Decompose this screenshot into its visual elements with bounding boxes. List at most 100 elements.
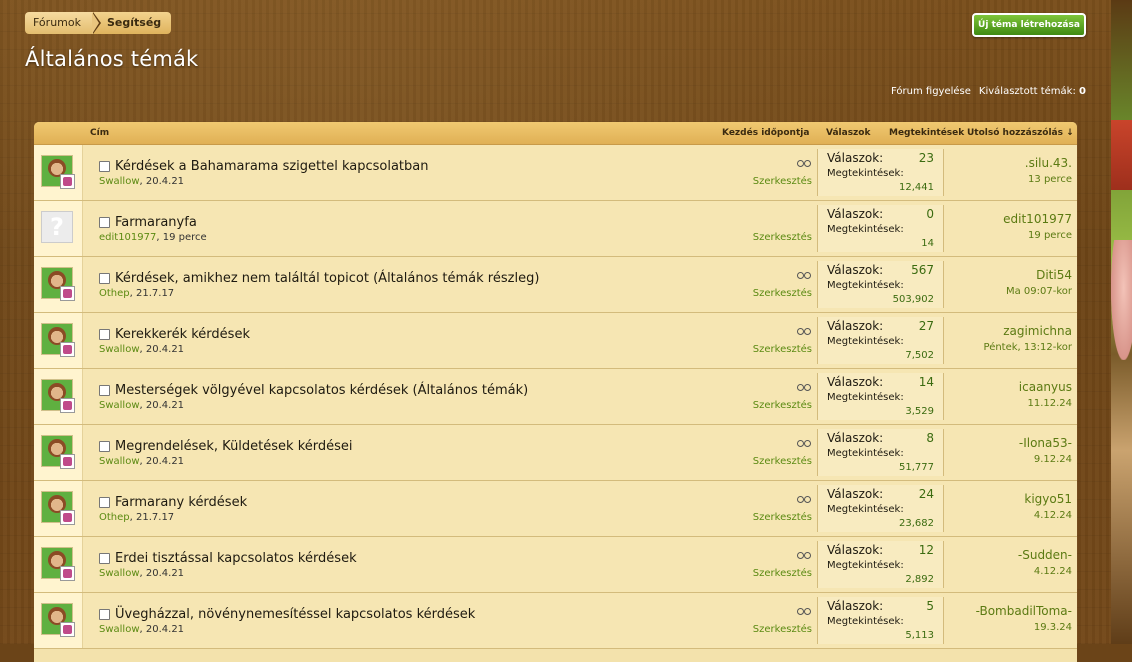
avatar[interactable] xyxy=(41,491,75,525)
avatar-cell: ? xyxy=(34,201,83,256)
last-post: .silu.43. 13 perce xyxy=(1025,156,1072,185)
topic-checkbox[interactable] xyxy=(99,553,110,564)
topic-author-link[interactable]: Othep xyxy=(99,288,130,299)
col-start-date[interactable]: Kezdés időpontja xyxy=(722,128,809,138)
replies-label: Válaszok: xyxy=(827,487,884,501)
avatar-cell xyxy=(34,425,83,480)
topic-checkbox[interactable] xyxy=(99,497,110,508)
mini-avatar-icon xyxy=(60,622,75,637)
last-post-time-link[interactable]: Péntek, 13:12-kor xyxy=(984,342,1072,353)
last-post-user-link[interactable]: -BombadilToma- xyxy=(976,604,1072,618)
last-post-time-link[interactable]: 4.12.24 xyxy=(1024,510,1072,521)
topic-checkbox[interactable] xyxy=(99,441,110,452)
topic-date: 21.7.17 xyxy=(136,512,175,523)
edit-link[interactable]: Szerkesztés xyxy=(753,568,812,579)
col-last-post[interactable]: Utolsó hozzászólás ↓ xyxy=(967,128,1074,138)
topic-title-link[interactable]: Kérdések a Bahamarama szigettel kapcsola… xyxy=(115,159,429,174)
topic-author-link[interactable]: Swallow xyxy=(99,176,140,187)
breadcrumb: Fórumok Segítség xyxy=(25,12,172,34)
last-post-user-link[interactable]: zagimichna xyxy=(984,324,1072,338)
topic-author-link[interactable]: Swallow xyxy=(99,624,140,635)
avatar[interactable] xyxy=(41,603,75,637)
avatar-cell xyxy=(34,257,83,312)
topic-title-link[interactable]: Farmaranyfa xyxy=(115,215,197,230)
topic-row: Kerekkerék kérdések Swallow, 20.4.21 Sze… xyxy=(34,313,1077,369)
topic-author-link[interactable]: Swallow xyxy=(99,568,140,579)
avatar[interactable]: ? xyxy=(41,211,73,243)
last-post-time-link[interactable]: 19.3.24 xyxy=(976,622,1072,633)
mini-avatar-icon xyxy=(60,510,75,525)
replies-label: Válaszok: xyxy=(827,543,884,557)
last-post-time-link[interactable]: 11.12.24 xyxy=(1019,398,1072,409)
last-post-time-link[interactable]: 4.12.24 xyxy=(1018,566,1072,577)
topic-title-link[interactable]: Üvegházzal, növénynemesítéssel kapcsolat… xyxy=(115,607,475,622)
topic-meta: Swallow, 20.4.21 xyxy=(99,456,185,467)
avatar[interactable] xyxy=(41,379,75,413)
topic-author-link[interactable]: Othep xyxy=(99,512,130,523)
new-topic-button[interactable]: Új téma létrehozása xyxy=(972,13,1086,37)
topic-checkbox[interactable] xyxy=(99,609,110,620)
last-post-user-link[interactable]: -Sudden- xyxy=(1018,548,1072,562)
topic-title-link[interactable]: Kerekkerék kérdések xyxy=(115,327,250,342)
last-post-time-link[interactable]: Ma 09:07-kor xyxy=(1006,286,1072,297)
views-count: 5,113 xyxy=(905,630,934,641)
edit-link[interactable]: Szerkesztés xyxy=(753,512,812,523)
preview-glasses-icon[interactable] xyxy=(796,439,812,447)
edit-link[interactable]: Szerkesztés xyxy=(753,400,812,411)
preview-glasses-icon[interactable] xyxy=(796,551,812,559)
topic-checkbox[interactable] xyxy=(99,273,110,284)
edit-link[interactable]: Szerkesztés xyxy=(753,288,812,299)
topic-author-link[interactable]: Swallow xyxy=(99,344,140,355)
topic-author-link[interactable]: Swallow xyxy=(99,456,140,467)
last-post-time-link[interactable]: 9.12.24 xyxy=(1019,454,1072,465)
edit-link[interactable]: Szerkesztés xyxy=(753,456,812,467)
preview-glasses-icon[interactable] xyxy=(796,607,812,615)
topic-checkbox[interactable] xyxy=(99,161,110,172)
col-title[interactable]: Cím xyxy=(90,128,109,138)
topic-author-link[interactable]: Swallow xyxy=(99,400,140,411)
topic-checkbox[interactable] xyxy=(99,385,110,396)
last-post-time-link[interactable]: 13 perce xyxy=(1025,174,1072,185)
avatar[interactable] xyxy=(41,547,75,581)
breadcrumb-help[interactable]: Segítség xyxy=(92,12,172,34)
pig-image xyxy=(1111,240,1132,360)
edit-link[interactable]: Szerkesztés xyxy=(753,232,812,243)
topic-author-link[interactable]: edit101977 xyxy=(99,232,156,243)
topic-row: Kérdések, amikhez nem találtál topicot (… xyxy=(34,257,1077,313)
topic-checkbox[interactable] xyxy=(99,329,110,340)
last-post-user-link[interactable]: edit101977 xyxy=(1003,212,1072,226)
edit-link[interactable]: Szerkesztés xyxy=(753,624,812,635)
avatar[interactable] xyxy=(41,323,75,357)
selected-topics-link[interactable]: Kiválasztott témák: 0 xyxy=(979,86,1086,97)
topic-checkbox[interactable] xyxy=(99,217,110,228)
preview-glasses-icon[interactable] xyxy=(796,159,812,167)
last-post-user-link[interactable]: -Ilona53- xyxy=(1019,436,1072,450)
last-post-user-link[interactable]: .silu.43. xyxy=(1025,156,1072,170)
last-post-time-link[interactable]: 19 perce xyxy=(1003,230,1072,241)
edit-link[interactable]: Szerkesztés xyxy=(753,176,812,187)
last-post-user-link[interactable]: Diti54 xyxy=(1006,268,1072,282)
col-replies[interactable]: Válaszok xyxy=(826,128,870,138)
col-views[interactable]: Megtekintések xyxy=(889,128,964,138)
avatar[interactable] xyxy=(41,435,75,469)
last-post-user-link[interactable]: kigyo51 xyxy=(1024,492,1072,506)
last-post-user-link[interactable]: icaanyus xyxy=(1019,380,1072,394)
topic-meta: Othep, 21.7.17 xyxy=(99,512,175,523)
watch-forum-link[interactable]: Fórum figyelése xyxy=(891,86,971,97)
topic-title-link[interactable]: Farmarany kérdések xyxy=(115,495,247,510)
preview-glasses-icon[interactable] xyxy=(796,383,812,391)
avatar[interactable] xyxy=(41,155,75,189)
breadcrumb-forums[interactable]: Fórumok xyxy=(25,12,101,34)
views-count: 7,502 xyxy=(905,350,934,361)
last-post: Diti54 Ma 09:07-kor xyxy=(1006,268,1072,297)
topic-title-link[interactable]: Erdei tisztással kapcsolatos kérdések xyxy=(115,551,357,566)
preview-glasses-icon[interactable] xyxy=(796,495,812,503)
preview-glasses-icon[interactable] xyxy=(796,327,812,335)
mini-avatar-icon xyxy=(60,398,75,413)
topic-title-link[interactable]: Mesterségek völgyével kapcsolatos kérdés… xyxy=(115,383,528,398)
avatar[interactable] xyxy=(41,267,75,301)
topic-title-link[interactable]: Kérdések, amikhez nem találtál topicot (… xyxy=(115,271,539,286)
topic-title-link[interactable]: Megrendelések, Küldetések kérdései xyxy=(115,439,353,454)
preview-glasses-icon[interactable] xyxy=(796,271,812,279)
edit-link[interactable]: Szerkesztés xyxy=(753,344,812,355)
